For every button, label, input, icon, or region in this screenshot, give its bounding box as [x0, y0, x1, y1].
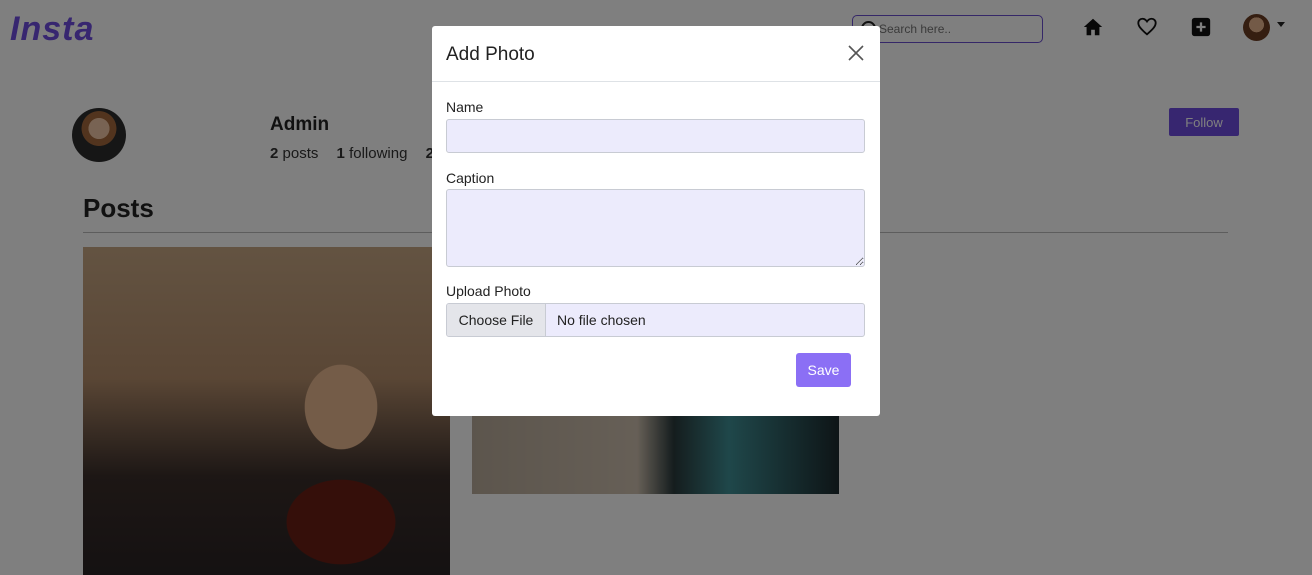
name-input[interactable] — [446, 119, 865, 153]
close-icon[interactable] — [846, 43, 866, 63]
upload-photo-label: Upload Photo — [446, 283, 531, 299]
modal-header: Add Photo — [432, 26, 880, 82]
save-button[interactable]: Save — [796, 353, 851, 387]
choose-file-button[interactable]: Choose File — [447, 304, 546, 336]
file-status: No file chosen — [557, 312, 646, 328]
caption-textarea[interactable] — [446, 189, 865, 267]
caption-label: Caption — [446, 170, 495, 186]
name-label: Name — [446, 99, 484, 115]
file-input[interactable]: Choose File No file chosen — [446, 303, 865, 337]
add-photo-modal: Add Photo Name Caption Upload Photo Choo… — [432, 26, 880, 416]
modal-title: Add Photo — [446, 44, 535, 65]
